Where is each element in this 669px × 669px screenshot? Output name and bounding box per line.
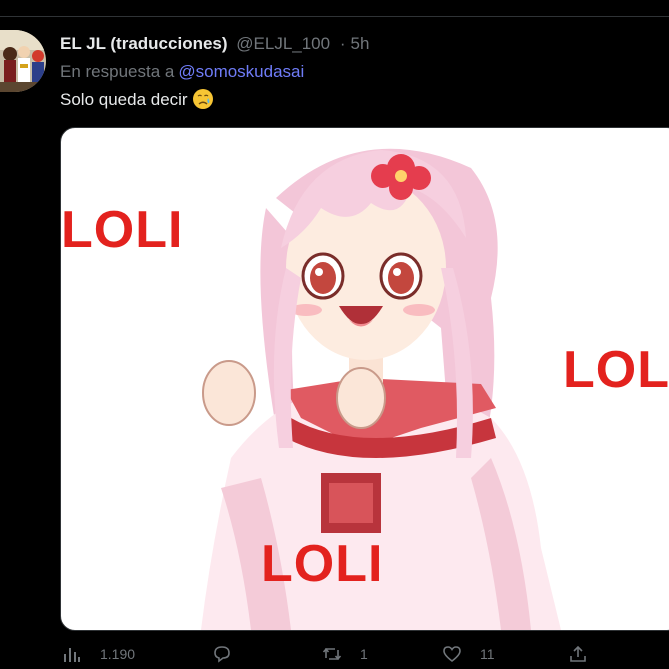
- tweet-body: Solo queda decir: [60, 90, 188, 109]
- share-action[interactable]: [568, 644, 588, 664]
- user-handle[interactable]: @ELJL_100: [236, 34, 330, 53]
- separator-dot: ·: [339, 34, 346, 53]
- tweet-header: EL JL (traducciones) @ELJL_100 · 5h: [60, 33, 369, 55]
- likes-count: 11: [480, 646, 495, 662]
- avatar[interactable]: [0, 30, 46, 92]
- retweets-count: 1: [360, 646, 368, 662]
- retweet-icon: [322, 647, 342, 661]
- reply-to-link[interactable]: @somoskudasai: [178, 62, 304, 81]
- avatar-image: [0, 30, 46, 92]
- loli-caption-1: LOLI: [61, 201, 184, 259]
- views-action[interactable]: 1.190: [62, 644, 135, 664]
- views-count: 1.190: [100, 646, 136, 662]
- tweet-actions: 1.190 1 11: [60, 644, 669, 669]
- loli-caption-3: LOLI: [261, 535, 384, 593]
- like-action[interactable]: 11: [442, 644, 495, 664]
- heart-icon: [443, 646, 461, 663]
- reply-context: En respuesta a @somoskudasai: [60, 61, 304, 83]
- tweet-media-image[interactable]: LOLI LOLI LOLI: [60, 127, 669, 631]
- share-upload-icon: [570, 645, 586, 662]
- reply-prefix: En respuesta a: [60, 62, 175, 81]
- reply-bubble-icon: [214, 646, 230, 663]
- timestamp[interactable]: 5h: [351, 34, 370, 53]
- tweet-text: Solo queda decir: [60, 88, 214, 112]
- crying-face-icon: [192, 89, 213, 109]
- views-chart-icon: [64, 648, 80, 662]
- reply-action[interactable]: [212, 644, 250, 664]
- display-name[interactable]: EL JL (traducciones): [60, 34, 228, 53]
- loli-caption-2: LOLI: [563, 341, 669, 399]
- top-divider: [0, 16, 669, 17]
- retweet-action[interactable]: 1: [322, 644, 368, 664]
